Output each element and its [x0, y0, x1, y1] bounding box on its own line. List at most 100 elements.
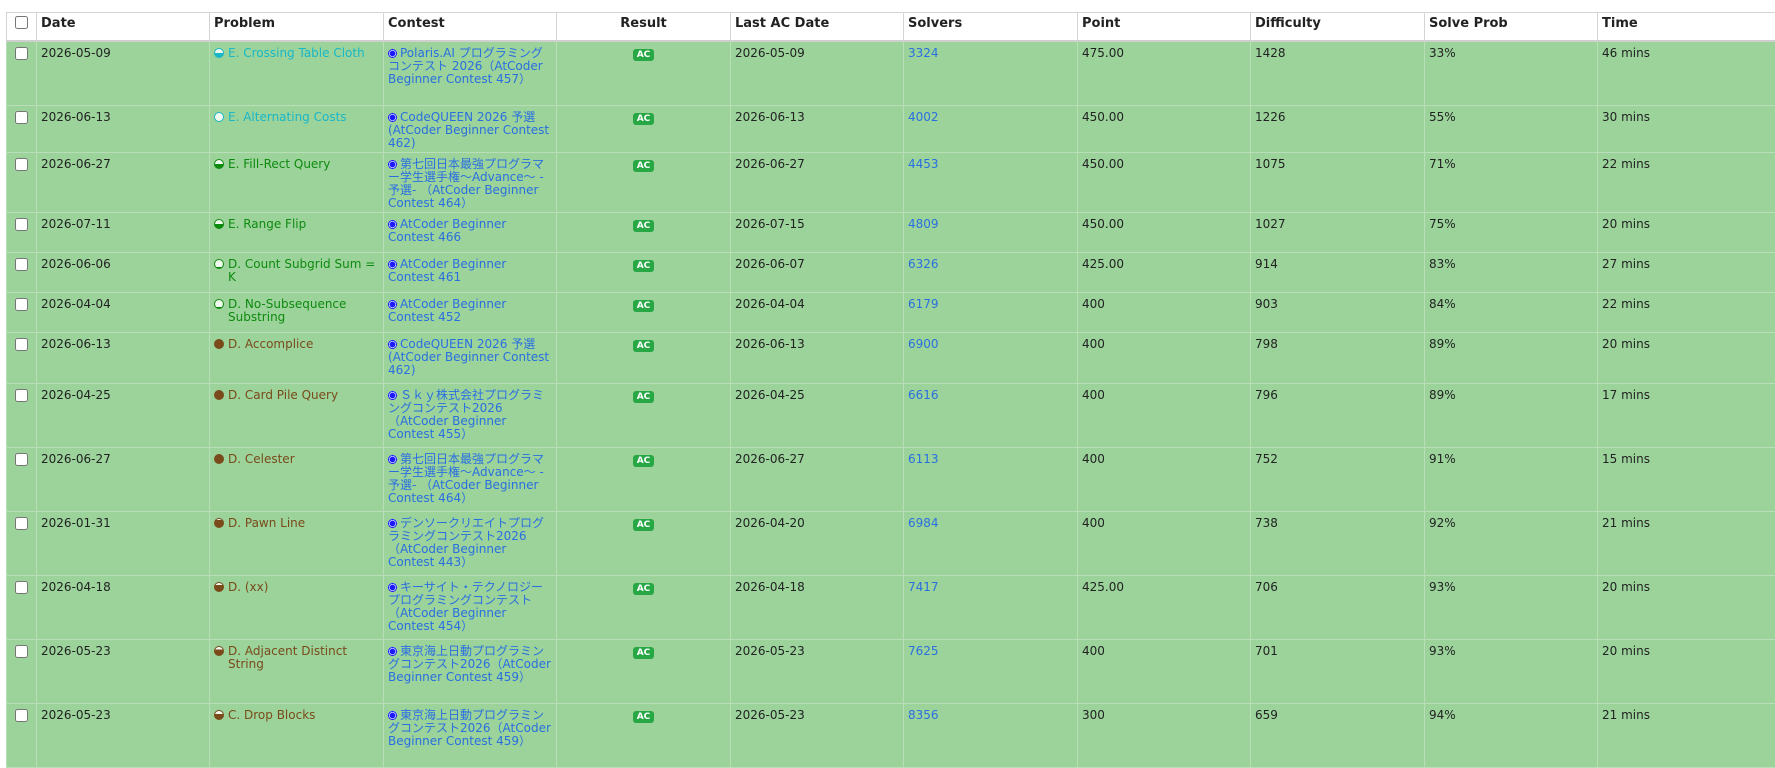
- last-ac-date-cell: 2026-06-27: [731, 448, 904, 512]
- solve-prob-cell: 75%: [1425, 213, 1598, 253]
- table-row: 2026-06-13D. AccompliceCodeQUEEN 2026 予選…: [7, 333, 1775, 384]
- row-checkbox[interactable]: [15, 111, 28, 124]
- solvers-link[interactable]: 6984: [908, 516, 939, 530]
- header-solve-prob[interactable]: Solve Prob: [1425, 13, 1598, 42]
- contest-link[interactable]: 東京海上日動プログラミングコンテスト2026（AtCoder Beginner …: [388, 644, 551, 684]
- problem-link[interactable]: E. Range Flip: [228, 218, 306, 231]
- row-select-cell[interactable]: [7, 333, 37, 384]
- last-ac-date-cell: 2026-04-20: [731, 512, 904, 576]
- header-result[interactable]: Result: [557, 13, 731, 42]
- row-select-cell[interactable]: [7, 576, 37, 640]
- solvers-link[interactable]: 6113: [908, 452, 939, 466]
- row-select-cell[interactable]: [7, 41, 37, 106]
- contest-link[interactable]: デンソークリエイトプログラミングコンテスト2026（AtCoder Beginn…: [388, 516, 544, 569]
- point-cell: 400: [1078, 448, 1251, 512]
- row-checkbox[interactable]: [15, 298, 28, 311]
- row-checkbox[interactable]: [15, 517, 28, 530]
- problem-link[interactable]: E. Alternating Costs: [228, 111, 347, 124]
- contest-link[interactable]: 第七回日本最強プログラマー学生選手権～Advance～ -予選- （AtCode…: [388, 157, 544, 210]
- problem-link[interactable]: E. Crossing Table Cloth: [228, 47, 365, 60]
- problem-link[interactable]: D. Adjacent Distinct String: [228, 645, 379, 671]
- header-last-ac-date[interactable]: Last AC Date: [731, 13, 904, 42]
- header-contest[interactable]: Contest: [384, 13, 557, 42]
- select-all-header[interactable]: [7, 13, 37, 42]
- row-checkbox[interactable]: [15, 338, 28, 351]
- row-checkbox[interactable]: [15, 47, 28, 60]
- solvers-link[interactable]: 4453: [908, 157, 939, 171]
- result-cell: AC: [557, 448, 731, 512]
- solvers-link[interactable]: 6616: [908, 388, 939, 402]
- header-solvers[interactable]: Solvers: [904, 13, 1078, 42]
- contest-link[interactable]: CodeQUEEN 2026 予選 (AtCoder Beginner Cont…: [388, 337, 549, 377]
- row-select-cell[interactable]: [7, 448, 37, 512]
- header-time[interactable]: Time: [1598, 13, 1775, 42]
- date-cell: 2026-04-04: [37, 293, 210, 333]
- contest-rated-icon: [388, 340, 397, 349]
- row-checkbox[interactable]: [15, 709, 28, 722]
- problem-link[interactable]: D. Celester: [228, 453, 295, 466]
- problem-link[interactable]: C. Drop Blocks: [228, 709, 315, 722]
- row-select-cell[interactable]: [7, 213, 37, 253]
- problem-link[interactable]: D. Accomplice: [228, 338, 313, 351]
- header-difficulty[interactable]: Difficulty: [1251, 13, 1425, 42]
- contest-link[interactable]: Ｓｋｙ株式会社プログラミングコンテスト2026（AtCoder Beginner…: [388, 388, 544, 441]
- problem-link[interactable]: E. Fill-Rect Query: [228, 158, 330, 171]
- problem-link[interactable]: D. Pawn Line: [228, 517, 305, 530]
- contest-link[interactable]: Polaris.AI プログラミングコンテスト 2026（AtCoder Beg…: [388, 46, 543, 86]
- point-cell: 400: [1078, 333, 1251, 384]
- row-checkbox[interactable]: [15, 581, 28, 594]
- result-badge: AC: [633, 583, 655, 595]
- contest-rated-icon: [388, 711, 397, 720]
- contest-link[interactable]: 第七回日本最強プログラマー学生選手権～Advance～ -予選- （AtCode…: [388, 452, 544, 505]
- header-point[interactable]: Point: [1078, 13, 1251, 42]
- row-select-cell[interactable]: [7, 106, 37, 153]
- contest-link[interactable]: AtCoder Beginner Contest 452: [388, 297, 506, 324]
- contest-link[interactable]: 東京海上日動プログラミングコンテスト2026（AtCoder Beginner …: [388, 708, 551, 748]
- row-checkbox[interactable]: [15, 158, 28, 171]
- problem-link[interactable]: D. (xx): [228, 581, 268, 594]
- solvers-link[interactable]: 7417: [908, 580, 939, 594]
- solvers-link[interactable]: 6326: [908, 257, 939, 271]
- row-select-cell[interactable]: [7, 512, 37, 576]
- solvers-link[interactable]: 6900: [908, 337, 939, 351]
- solvers-link[interactable]: 3324: [908, 46, 939, 60]
- row-checkbox[interactable]: [15, 453, 28, 466]
- header-problem[interactable]: Problem: [210, 13, 384, 42]
- contest-link[interactable]: AtCoder Beginner Contest 461: [388, 257, 506, 284]
- select-all-checkbox[interactable]: [15, 16, 28, 29]
- row-select-cell[interactable]: [7, 253, 37, 293]
- difficulty-cell: 1075: [1251, 153, 1425, 213]
- row-checkbox[interactable]: [15, 645, 28, 658]
- solvers-link[interactable]: 4809: [908, 217, 939, 231]
- solvers-link[interactable]: 6179: [908, 297, 939, 311]
- row-select-cell[interactable]: [7, 704, 37, 768]
- solvers-link[interactable]: 8356: [908, 708, 939, 722]
- solvers-link[interactable]: 4002: [908, 110, 939, 124]
- result-badge: AC: [633, 160, 655, 172]
- table-row: 2026-06-13E. Alternating CostsCodeQUEEN …: [7, 106, 1775, 153]
- difficulty-cell: 914: [1251, 253, 1425, 293]
- row-select-cell[interactable]: [7, 153, 37, 213]
- contest-link[interactable]: CodeQUEEN 2026 予選 (AtCoder Beginner Cont…: [388, 110, 549, 150]
- row-select-cell[interactable]: [7, 293, 37, 333]
- table-row: 2026-05-09E. Crossing Table ClothPolaris…: [7, 41, 1775, 106]
- problem-link[interactable]: D. Card Pile Query: [228, 389, 338, 402]
- solvers-cell: 6113: [904, 448, 1078, 512]
- contest-link[interactable]: キーサイト・テクノロジープログラミングコンテスト（AtCoder Beginne…: [388, 580, 543, 633]
- difficulty-circle-icon: [214, 259, 224, 269]
- problem-link[interactable]: D. Count Subgrid Sum = K: [228, 258, 379, 284]
- row-select-cell[interactable]: [7, 640, 37, 704]
- solve-prob-cell: 92%: [1425, 512, 1598, 576]
- contest-cell: Polaris.AI プログラミングコンテスト 2026（AtCoder Beg…: [384, 41, 557, 106]
- contest-rated-icon: [388, 519, 397, 528]
- row-checkbox[interactable]: [15, 389, 28, 402]
- solvers-link[interactable]: 7625: [908, 644, 939, 658]
- problem-link[interactable]: D. No-Subsequence Substring: [228, 298, 379, 324]
- contest-link[interactable]: AtCoder Beginner Contest 466: [388, 217, 506, 244]
- header-date[interactable]: Date: [37, 13, 210, 42]
- problem-cell: D. Celester: [210, 448, 384, 512]
- date-cell: 2026-05-23: [37, 704, 210, 768]
- row-checkbox[interactable]: [15, 258, 28, 271]
- row-select-cell[interactable]: [7, 384, 37, 448]
- row-checkbox[interactable]: [15, 218, 28, 231]
